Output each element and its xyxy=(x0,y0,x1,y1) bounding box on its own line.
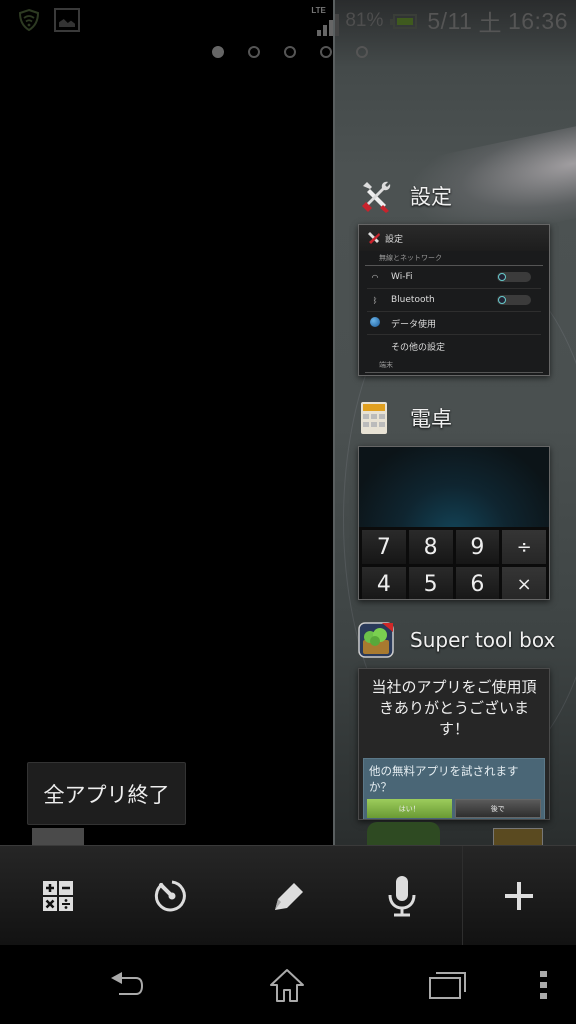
settings-thumb-title: 設定 xyxy=(385,234,404,245)
page-dot-2 xyxy=(248,46,260,58)
settings-thumbnail[interactable]: 設定 無線とネットワーク ◠ Wi-Fi ᛒ Bluetooth データ使用 そ… xyxy=(358,224,550,376)
calculator-small-app-icon xyxy=(43,881,73,911)
calculator-display xyxy=(359,447,549,527)
wifi-icon: ◠ xyxy=(371,272,379,282)
calc-key-8: 8 xyxy=(408,530,453,564)
recent-apps-button[interactable] xyxy=(412,955,482,1015)
calc-key-4: 4 xyxy=(362,567,406,599)
battery-percent: 81% xyxy=(345,10,384,31)
settings-row-data-usage: データ使用 xyxy=(367,312,541,335)
calculator-keypad: 7 8 9 ÷ 4 5 6 × xyxy=(359,527,549,599)
page-dot-3 xyxy=(284,46,296,58)
home-button[interactable] xyxy=(252,955,322,1015)
app-name-super-tool-box: Super tool box xyxy=(410,628,556,652)
calc-key-9: 9 xyxy=(455,530,500,564)
navigation-bar xyxy=(0,945,576,1024)
mini-tools-icon xyxy=(368,232,380,244)
super-tool-box-thumbnail[interactable]: 当社のアプリをご使用頂きありがとうございます！ 他の無料アプリを試されますか？ … xyxy=(358,668,550,820)
back-icon xyxy=(111,972,144,995)
small-apps-divider xyxy=(462,846,463,946)
gallery-icon xyxy=(54,8,80,32)
back-button[interactable] xyxy=(93,955,163,1015)
try-apps-question: 他の無料アプリを試されますか？ xyxy=(369,764,519,794)
page-dot-1 xyxy=(212,46,224,58)
data-usage-label: データ使用 xyxy=(391,319,437,330)
yes-button: はい！ xyxy=(367,799,452,818)
calc-key-divide: ÷ xyxy=(502,530,546,564)
later-button: 後で xyxy=(454,799,541,818)
security-shield-icon xyxy=(18,8,40,32)
calc-key-6: 6 xyxy=(455,567,500,599)
menu-button[interactable] xyxy=(509,955,576,1015)
status-bar[interactable]: LTE 81% 5/11 土 16:36 xyxy=(0,0,576,40)
small-app-voice-recorder[interactable] xyxy=(352,846,452,946)
page-dot-5 xyxy=(356,46,368,58)
settings-row-bluetooth: ᛒ Bluetooth xyxy=(367,289,541,312)
calc-key-5: 5 xyxy=(408,567,453,599)
small-apps-bar xyxy=(0,845,576,946)
small-app-note[interactable] xyxy=(238,846,338,946)
app-name-settings: 設定 xyxy=(410,185,452,209)
page-dot-4 xyxy=(320,46,332,58)
bluetooth-toggle xyxy=(497,295,531,305)
small-app-timer[interactable] xyxy=(122,846,222,946)
calculator-thumbnail[interactable]: 7 8 9 ÷ 4 5 6 × xyxy=(358,446,550,600)
settings-row-wifi: ◠ Wi-Fi xyxy=(367,266,541,289)
recent-app-settings[interactable]: 設定 設定 無線とネットワーク ◠ Wi-Fi ᛒ Bluetooth データ使… xyxy=(358,174,558,376)
settings-row-more: その他の設定 xyxy=(367,335,541,358)
more-settings-label: その他の設定 xyxy=(391,343,446,353)
recent-app-calculator[interactable]: 電卓 7 8 9 ÷ 4 5 6 × xyxy=(358,396,558,600)
super-tool-box-icon xyxy=(358,622,394,658)
page-indicator xyxy=(212,46,368,58)
close-all-apps-button[interactable]: 全アプリ終了 xyxy=(27,762,186,825)
data-usage-icon xyxy=(367,317,383,329)
bluetooth-icon: ᛒ xyxy=(372,295,378,305)
bluetooth-label: Bluetooth xyxy=(391,295,435,305)
wifi-toggle xyxy=(497,272,531,282)
add-small-app-button[interactable] xyxy=(469,846,569,946)
home-icon xyxy=(270,969,304,1002)
microphone-icon xyxy=(388,876,416,917)
settings-section-device: 端末 xyxy=(365,358,543,373)
date: 5/11 xyxy=(427,7,473,34)
plus-icon xyxy=(505,882,533,910)
app-name-calculator: 電卓 xyxy=(410,407,452,431)
settings-thumb-titlebar: 設定 xyxy=(359,225,549,251)
thank-you-message: 当社のアプリをご使用頂きありがとうございます！ xyxy=(371,678,537,738)
pencil-icon xyxy=(275,883,303,910)
wifi-label: Wi-Fi xyxy=(391,272,413,282)
calc-key-multiply: × xyxy=(502,567,546,599)
calculator-icon xyxy=(361,402,387,434)
timer-icon xyxy=(154,880,186,912)
recent-apps-icon xyxy=(429,972,466,999)
overflow-menu-icon xyxy=(540,971,547,999)
signal-icon: LTE xyxy=(305,6,340,36)
tools-icon xyxy=(362,181,391,213)
small-app-calculator[interactable] xyxy=(8,846,108,946)
settings-section-wireless: 無線とネットワーク xyxy=(365,251,543,266)
weekday: 土 xyxy=(478,10,502,36)
try-apps-prompt: 他の無料アプリを試されますか？ はい！ 後で xyxy=(363,758,545,819)
recent-app-super-tool-box[interactable]: Super tool box 当社のアプリをご使用頂きありがとうございます！ 他… xyxy=(358,618,558,820)
calc-key-7: 7 xyxy=(362,530,406,564)
time: 16:36 xyxy=(507,7,568,34)
battery-icon xyxy=(390,13,418,29)
